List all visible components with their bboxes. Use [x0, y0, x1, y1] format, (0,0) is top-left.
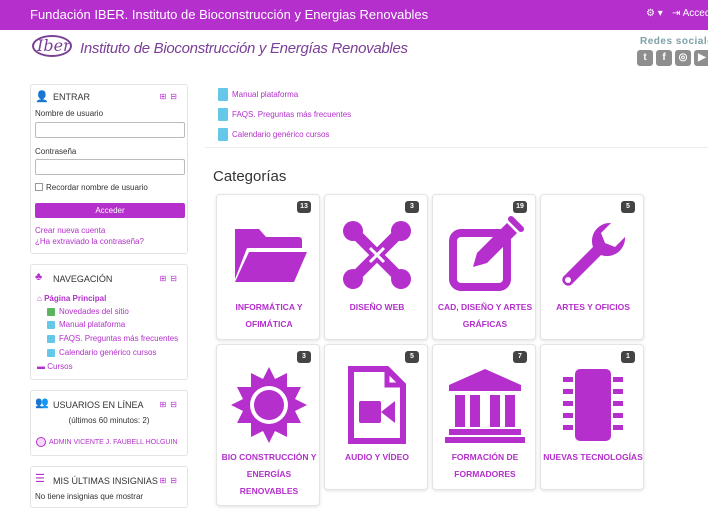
category-label: INFORMÁTICA y OFIMÁTICA: [235, 302, 303, 329]
password-label: Contraseña: [35, 147, 77, 156]
forgot-password-link[interactable]: ¿Ha extraviado la contraseña?: [35, 237, 144, 246]
users-icon: 👥: [35, 397, 49, 409]
joomla-icon: [343, 221, 411, 289]
users-online-subtitle: (últimos 60 minutos: 2): [68, 416, 150, 425]
top-bar: Fundación IBER. Instituto de Bioconstruc…: [0, 0, 708, 30]
dock-icons[interactable]: ⊞⊟: [160, 476, 181, 485]
manual-link-label: Manual plataforma: [232, 90, 299, 99]
category-card-bioconstruccion[interactable]: 3 BIO CONSTRUCCIÓN Y ENERGÍAS RENOVABLES: [216, 344, 320, 506]
no-badges-text: No tiene insignias que mostrar: [35, 492, 144, 501]
category-label: AUDIO Y VÍDEO: [345, 452, 409, 462]
settings-menu[interactable]: ⚙ ▾: [646, 8, 663, 19]
category-label: BIO CONSTRUCCIÓN Y ENERGÍAS RENOVABLES: [221, 452, 317, 496]
category-label: NUEVAS TECNOLOGÍAS: [543, 452, 643, 462]
navigation-title: Navegación: [53, 274, 113, 284]
badges-block: ☰ Mis últimas insignias ⊞⊟ No tiene insi…: [30, 466, 188, 508]
username-input[interactable]: [35, 122, 185, 138]
instagram-icon[interactable]: ◎: [675, 50, 691, 66]
course-count-badge: 5: [621, 201, 635, 213]
avatar: [36, 437, 46, 447]
course-count-badge: 5: [405, 351, 419, 363]
twitter-icon[interactable]: t: [637, 50, 653, 66]
sitemap-icon: ♣: [35, 271, 43, 283]
course-count-badge: 19: [513, 201, 527, 213]
logo-text: Iber: [37, 36, 71, 55]
main-links: Manual plataforma FAQS. Preguntas más fr…: [205, 80, 708, 148]
sun-icon: [231, 367, 307, 443]
category-label: DISEÑO WEB: [349, 302, 405, 312]
site-title[interactable]: Fundación IBER. Instituto de Bioconstruc…: [30, 7, 428, 22]
category-card-nuevas-tecnologias[interactable]: 1 NUEVAS TECNOLOGÍAS: [540, 344, 644, 490]
category-card-formacion[interactable]: 7 FORMACIÓN DE FORMADORES: [432, 344, 536, 490]
file-icon: [47, 321, 55, 329]
nav-home-link[interactable]: ⌂ Página Principal: [37, 294, 106, 303]
wrench-icon: [562, 222, 626, 286]
create-account-link[interactable]: Crear nueva cuenta: [35, 226, 105, 235]
login-block: 👤 Entrar ⊞⊟ Nombre de usuario Contraseña…: [30, 84, 188, 254]
calendar-link-label: Calendario genérico cursos: [232, 130, 330, 139]
institution-name: Instituto de Bioconstrucción y Energías …: [80, 40, 408, 57]
news-icon: [47, 308, 55, 316]
users-online-title: Usuarios en línea: [53, 400, 144, 410]
nav-item-calendar[interactable]: Calendario genérico cursos: [59, 348, 156, 357]
nav-item-manual[interactable]: Manual plataforma: [59, 320, 125, 329]
menu-icon: ☰: [35, 473, 45, 485]
file-icon: [218, 88, 228, 101]
category-label: FORMACIÓN DE FORMADORES: [451, 452, 519, 479]
course-count-badge: 13: [297, 201, 311, 213]
category-card-artes-oficios[interactable]: 5 ARTES Y OFICIOS: [540, 194, 644, 340]
file-icon: [218, 108, 228, 121]
institution-icon: [445, 369, 525, 443]
edit-icon: [445, 215, 525, 291]
video-file-icon: [348, 366, 406, 444]
dock-icons[interactable]: ⊞⊟: [160, 400, 181, 409]
folder-icon: [235, 229, 307, 282]
file-icon: [47, 349, 55, 357]
course-count-badge: 3: [405, 201, 419, 213]
social-title: Redes sociales: [640, 36, 708, 47]
microchip-icon: [563, 369, 623, 441]
youtube-icon[interactable]: ▶: [694, 50, 708, 66]
categories-heading: Categorías: [213, 168, 287, 185]
users-online-block: 👥 Usuarios en línea ⊞⊟ (últimos 60 minut…: [30, 390, 188, 456]
category-card-diseno-web[interactable]: 3 DISEÑO WEB: [324, 194, 428, 340]
dock-icons[interactable]: ⊞⊟: [160, 274, 181, 283]
nav-home-label: Página Principal: [44, 294, 107, 303]
file-icon: [218, 128, 228, 141]
nav-item-news[interactable]: Novedades del sitio: [59, 307, 129, 316]
navigation-block: ♣ Navegación ⊞⊟ ⌂ Página Principal Noved…: [30, 264, 188, 380]
category-card-audio-video[interactable]: 5 AUDIO Y VÍDEO: [324, 344, 428, 490]
nav-item-faqs[interactable]: FAQS. Preguntas más frecuentes: [59, 334, 178, 343]
course-count-badge: 1: [621, 351, 635, 363]
remember-label: Recordar nombre de usuario: [46, 183, 148, 192]
login-link[interactable]: ⇥ Acceder: [672, 8, 708, 19]
header: Iber Instituto de Bioconstrucción y Ener…: [0, 30, 708, 70]
dock-icons[interactable]: ⊞⊟: [160, 92, 181, 101]
category-card-informatica[interactable]: 13 INFORMÁTICA y OFIMÁTICA: [216, 194, 320, 340]
login-block-title: Entrar: [53, 92, 91, 102]
login-submit-button[interactable]: Acceder: [35, 203, 185, 218]
online-user-link[interactable]: ADMIN VICENTE J. FAUBELL HOLGUIN: [49, 439, 178, 446]
username-label: Nombre de usuario: [35, 109, 104, 118]
file-icon: [47, 335, 55, 343]
category-card-cad[interactable]: 19 CAD, DISEÑO Y ARTES GRÁFICAS: [432, 194, 536, 340]
nav-courses-label: Cursos: [47, 362, 73, 371]
category-label: ARTES Y OFICIOS: [556, 302, 630, 312]
user-icon: 👤: [35, 91, 49, 103]
badges-title: Mis últimas insignias: [53, 476, 158, 486]
nav-courses-link[interactable]: ▬ Cursos: [37, 362, 73, 371]
password-input[interactable]: [35, 159, 185, 175]
category-label: CAD, DISEÑO Y ARTES GRÁFICAS: [437, 302, 533, 329]
faqs-link-label: FAQS. Preguntas más frecuentes: [232, 110, 352, 119]
facebook-icon[interactable]: f: [656, 50, 672, 66]
course-count-badge: 3: [297, 351, 311, 363]
course-count-badge: 7: [513, 351, 527, 363]
remember-checkbox[interactable]: [35, 183, 43, 191]
